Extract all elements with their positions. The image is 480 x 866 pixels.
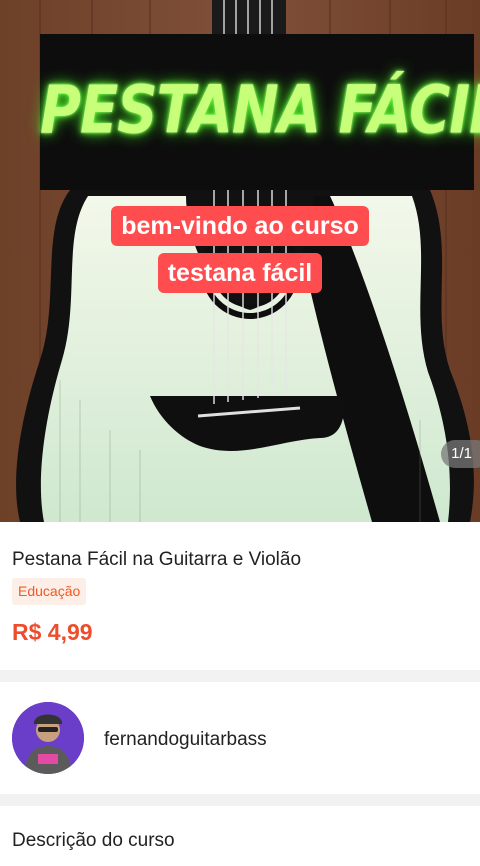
image-pager-indicator: 1/1 — [441, 440, 480, 468]
product-image-carousel[interactable]: PESTANA FÁCIL bem-vindo ao curso testana… — [0, 0, 480, 522]
creator-name[interactable]: fernandoguitarbass — [104, 729, 267, 751]
creator-avatar[interactable] — [12, 702, 84, 774]
video-caption-line-2: testana fácil — [0, 253, 480, 293]
avatar-photo — [12, 702, 84, 774]
description-heading: Descrição do curso — [12, 830, 175, 851]
banner-title: PESTANA FÁCIL — [40, 72, 480, 149]
category-tag[interactable]: Educação — [12, 578, 87, 605]
product-title: Pestana Fácil na Guitarra e Violão — [12, 549, 302, 570]
video-caption-line-1: bem-vindo ao curso — [0, 206, 480, 246]
product-price: R$ 4,99 — [12, 619, 93, 645]
